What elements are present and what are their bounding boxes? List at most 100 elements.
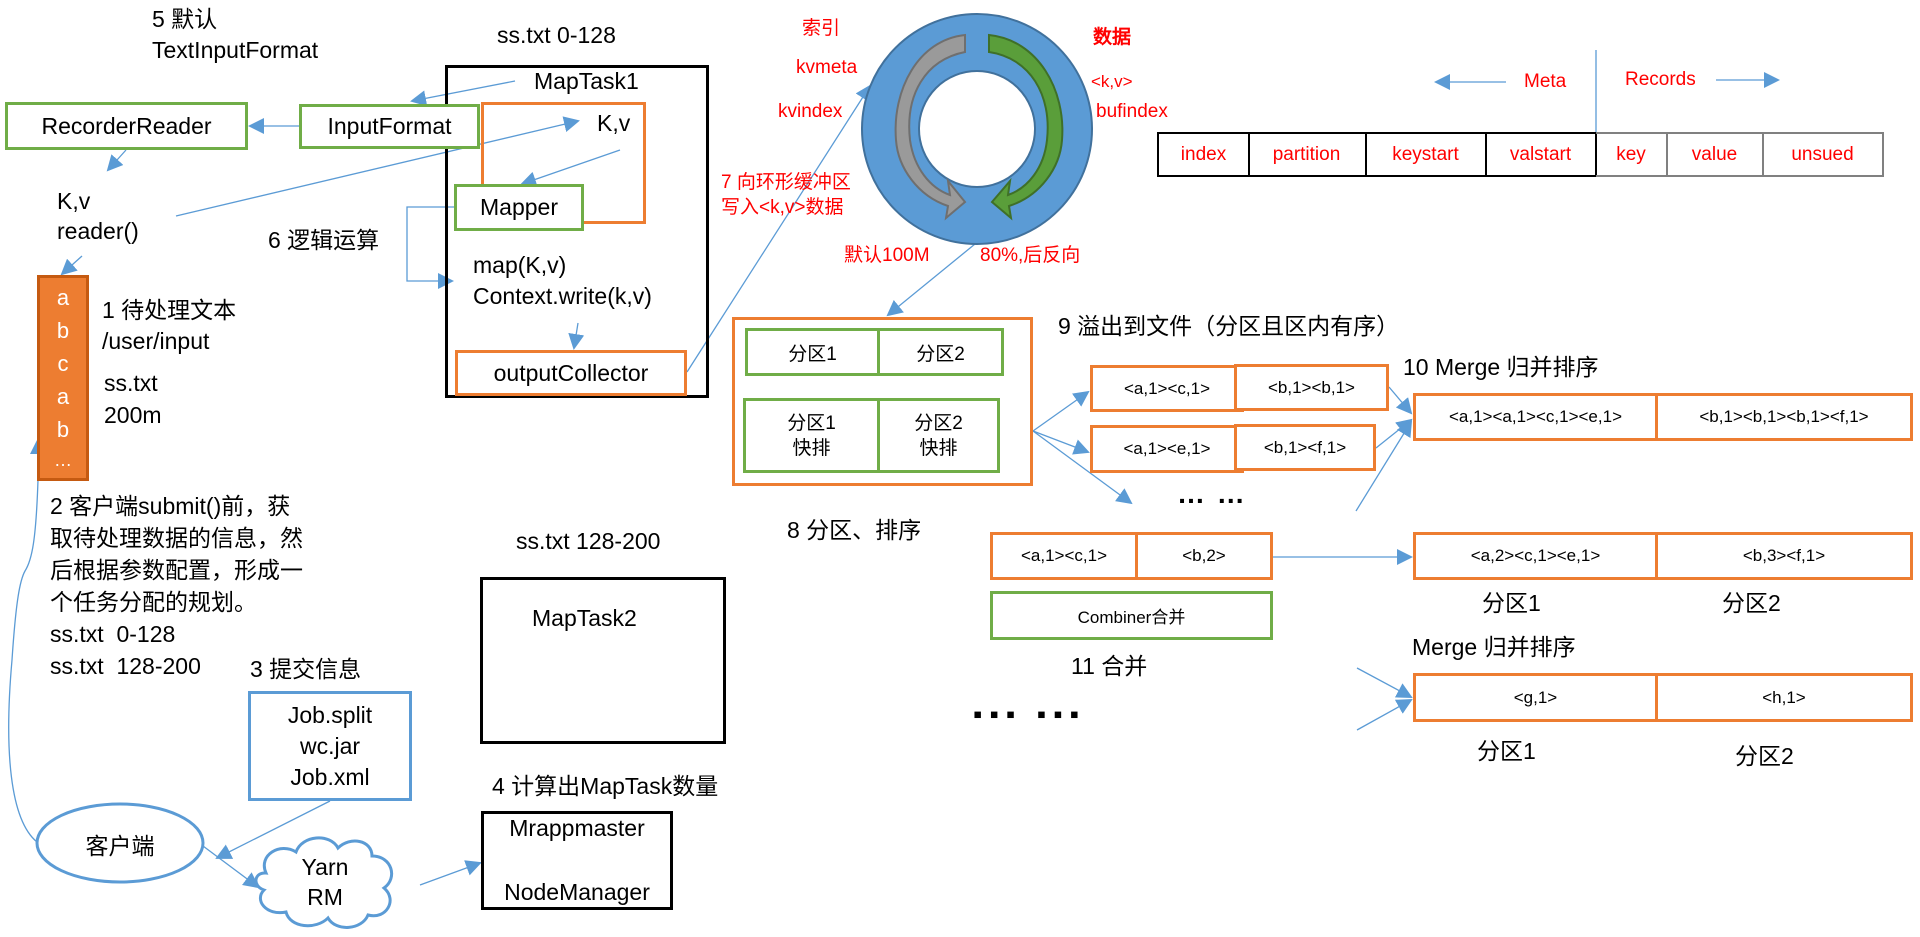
arrow-other-merge-in2 [1356, 699, 1413, 731]
record-cell-value: value [1667, 132, 1764, 177]
spill-file-cell: <b,1><b,1> [1234, 364, 1389, 411]
arrow-reader-to-textcolumn [60, 255, 83, 276]
input-text-column: a b c a b … [37, 275, 89, 481]
step2-line: 个任务分配的规划。 [50, 589, 257, 615]
mapper-box[interactable]: Mapper [454, 184, 584, 231]
map-call-label: map(K,v) [473, 252, 567, 278]
record-cell-unsued: unsued [1763, 132, 1884, 177]
meta-label: Meta [1524, 71, 1567, 92]
text-char: a [56, 285, 70, 311]
arrow-spill1-to-merged [1388, 386, 1413, 415]
step3-label: 3 提交信息 [250, 656, 362, 682]
step2-line: 2 客户端submit()前，获 [50, 493, 291, 519]
context-write-label: Context.write(k,v) [473, 283, 652, 309]
arrow-partition-to-spill2 [1032, 430, 1090, 455]
data-cn-label: 数据 [1093, 27, 1132, 48]
rm-label: RM [307, 884, 343, 910]
partition1-box: 分区1 [745, 328, 880, 376]
arrow-spill2-to-merged [1375, 418, 1413, 449]
meta-cell-keystart: keystart [1366, 132, 1487, 177]
yarn-label: Yarn [301, 854, 349, 880]
reader-label: reader() [57, 218, 139, 244]
index-cn-label: 索引 [802, 18, 841, 39]
arrow-client-to-yarn [202, 845, 260, 889]
other-merge-cell: <g,1> [1413, 673, 1658, 722]
merge2-label: Merge 归并排序 [1412, 634, 1576, 660]
merged-cell: <a,1><a,1><c,1><e,1> [1413, 393, 1658, 441]
merged-cell: <b,1><b,1><b,1><f,1> [1655, 393, 1913, 441]
step2-line: 后根据参数配置，形成一 [50, 557, 303, 583]
other-partition2-label: 分区2 [1735, 743, 1794, 769]
maptask-kv-label: K,v [597, 110, 631, 136]
step9-label: 9 溢出到文件（分区且区内有序） [1058, 313, 1400, 339]
file-size-label: 200m [104, 402, 162, 428]
combined-partition2-label: 分区2 [1722, 590, 1781, 616]
other-merge-cell: <h,1> [1655, 673, 1913, 722]
recorder-reader-box[interactable]: RecorderReader [5, 102, 248, 150]
kvmeta-label: kvmeta [796, 57, 858, 78]
spill-file-cell: <a,1><c,1> [1090, 365, 1244, 412]
step11-label: 11 合并 [1071, 653, 1148, 679]
job-file: Job.split [287, 701, 373, 728]
file-name-label: ss.txt [104, 370, 158, 396]
spill-file-cell: <b,1><f,1> [1234, 424, 1376, 471]
combine-input-cell: <a,1><c,1> [990, 532, 1138, 580]
arrow-other-merge-in1 [1356, 667, 1413, 698]
spill-ellipsis: … … [1177, 478, 1247, 509]
split2-label: ss.txt 128-200 [516, 528, 661, 554]
text-char: b [56, 318, 70, 344]
step8-label: 8 分区、排序 [787, 517, 922, 543]
step2-line: ss.txt 0-128 [50, 621, 176, 647]
arrow-yarn-to-mrappmaster [419, 860, 482, 886]
default-100m-label: 默认100M [844, 245, 930, 266]
meta-cell-partition: partition [1248, 132, 1367, 177]
bottom-ellipsis: ▪ ▪ ▪ ▪ ▪ ▪ [973, 699, 1079, 729]
maptask2-box[interactable] [480, 577, 726, 744]
kv-label: K,v [57, 188, 91, 214]
step5-label: 5 默认 [152, 6, 218, 32]
job-file: wc.jar [299, 732, 361, 759]
input-path-label: /user/input [102, 328, 210, 354]
bufindex-label: bufindex [1096, 101, 1168, 122]
step6-label: 6 逻辑运算 [268, 227, 380, 253]
kv-red-label: <k,v> [1091, 72, 1133, 91]
split1-label: ss.txt 0-128 [497, 22, 616, 48]
kvindex-label: kvindex [778, 101, 843, 122]
arrow-client-to-textcolumn [8, 438, 46, 843]
step2-line: 取待处理数据的信息，然 [50, 525, 303, 551]
input-format-box[interactable]: InputFormat [299, 104, 480, 149]
maptask2-title: MapTask2 [532, 605, 637, 631]
arrow-recorderreader-to-kv [106, 149, 127, 172]
text-char: c [57, 351, 69, 377]
partition2-quicksort-box: 分区2 快排 [877, 398, 1000, 473]
yarn-rm-node[interactable]: Yarn RM [270, 852, 380, 912]
nodemanager-label: NodeManager [504, 879, 650, 905]
combined-output-cell: <a,2><c,1><e,1> [1413, 532, 1658, 580]
reverse-80-label: 80%,后反向 [980, 245, 1081, 266]
records-label: Records [1625, 69, 1696, 90]
spill-file-cell: <a,1><e,1> [1090, 425, 1244, 473]
meta-cell-valstart: valstart [1486, 132, 1597, 177]
output-collector-box[interactable]: outputCollector [455, 350, 687, 396]
client-node[interactable]: 客户端 [37, 805, 203, 883]
text-char: a [56, 383, 70, 409]
step7-write-label: 写入<k,v>数据 [721, 197, 844, 218]
combiner-box[interactable]: Combiner合并 [990, 591, 1273, 640]
record-cell-key: key [1596, 132, 1668, 177]
maptask1-title: MapTask1 [534, 68, 639, 94]
step5-format-label: TextInputFormat [152, 37, 319, 63]
ring-buffer [861, 13, 1093, 245]
text-char: … [54, 449, 72, 470]
step1-label: 1 待处理文本 [102, 297, 237, 323]
job-files-box[interactable]: Job.split wc.jar Job.xml [248, 691, 412, 801]
other-partition1-label: 分区1 [1477, 738, 1536, 764]
combine-input-cell: <b,2> [1135, 532, 1273, 580]
mrappmaster-label: Mrappmaster [509, 815, 645, 841]
combined-output-cell: <b,3><f,1> [1655, 532, 1913, 580]
job-file: Job.xml [290, 763, 370, 790]
step2-description: 2 客户端submit()前，获 取待处理数据的信息，然 后根据参数配置，形成一… [50, 490, 303, 682]
step7-label: 7 向环形缓冲区 [721, 172, 851, 193]
combined-partition1-label: 分区1 [1482, 590, 1541, 616]
partition2-box: 分区2 [877, 328, 1004, 376]
arrow-partition-to-spill1 [1032, 390, 1090, 432]
